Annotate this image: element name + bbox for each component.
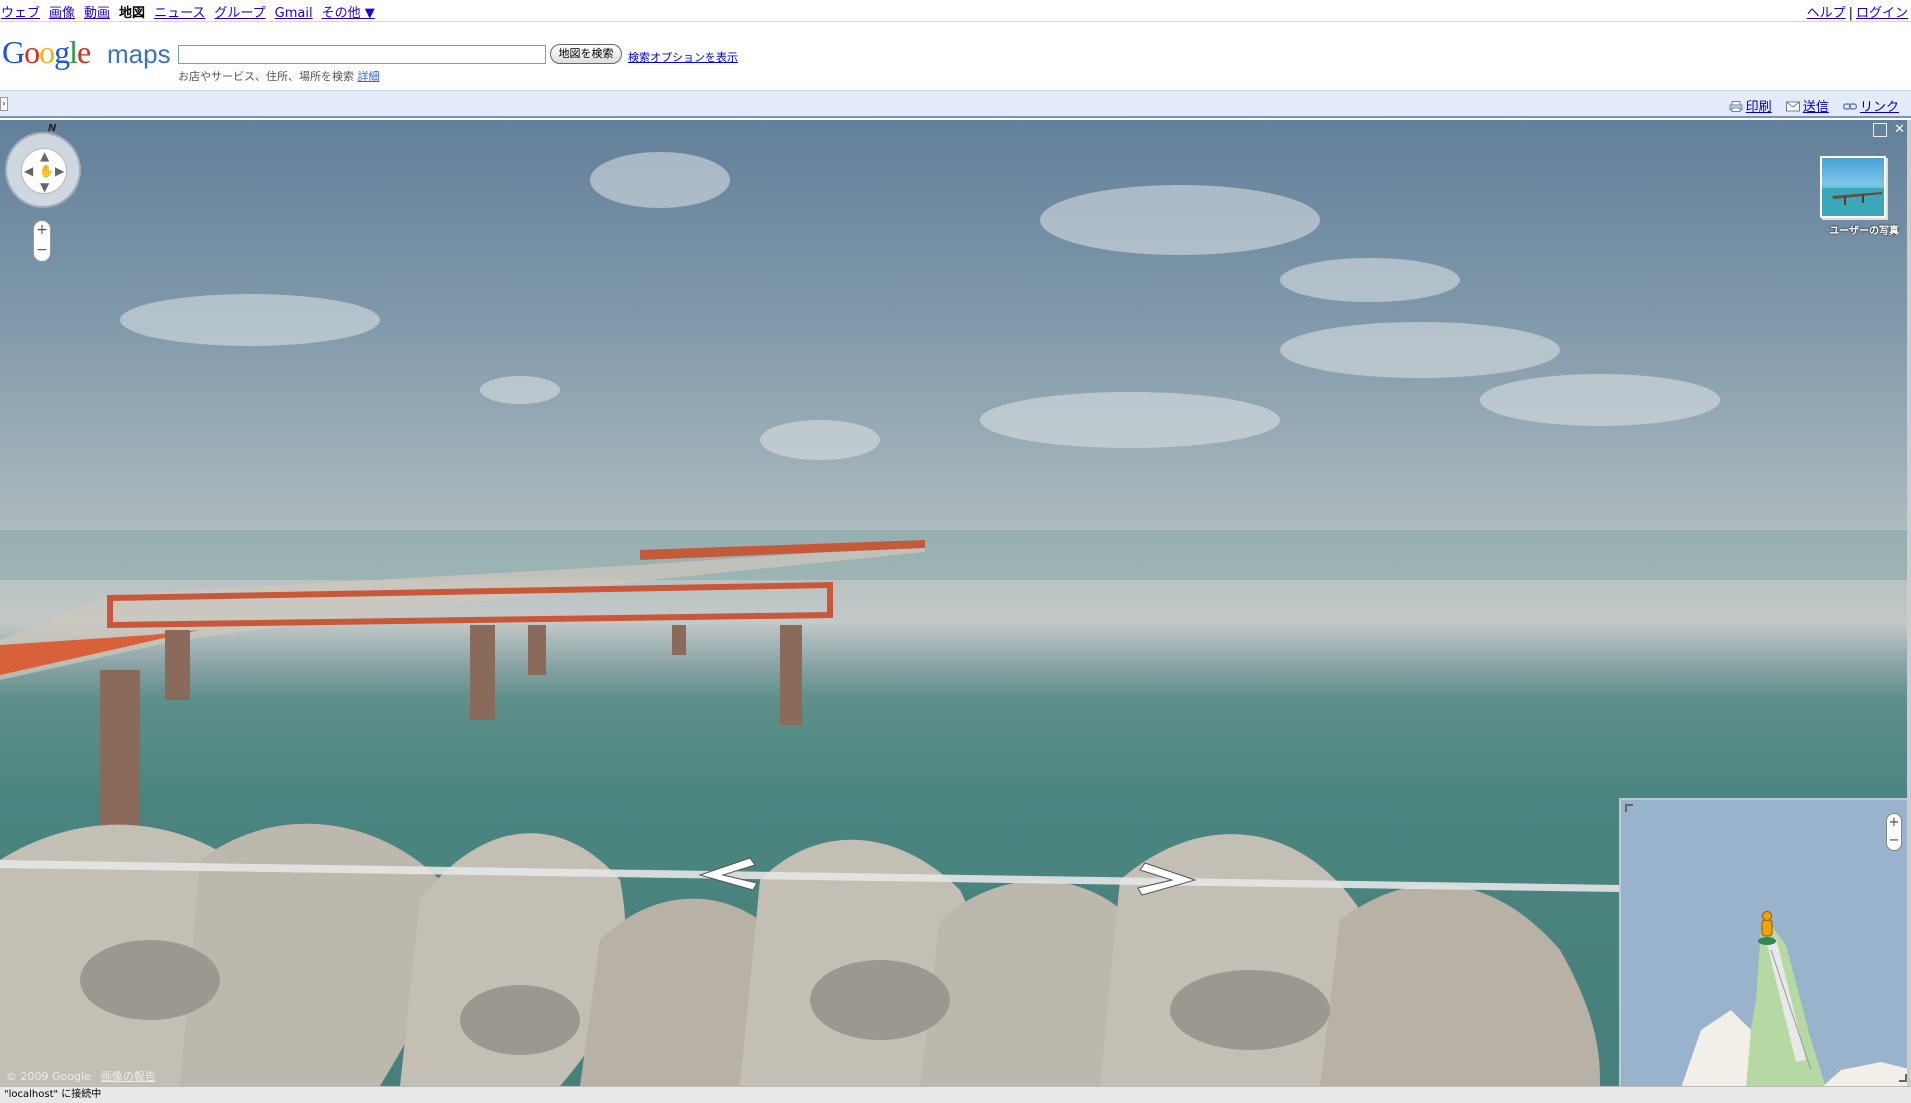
tetrapods [0, 823, 1600, 1086]
mini-map-zoom-out-button[interactable]: − [1887, 834, 1901, 847]
hand-icon: ✋ [39, 164, 54, 178]
pan-up-icon[interactable]: ▲ [40, 150, 49, 162]
mini-map[interactable]: + − [1619, 798, 1911, 1086]
copyright-text: © 2009 Google [6, 1070, 91, 1083]
close-pano-button[interactable]: ✕ [1894, 122, 1905, 137]
search-hint-text: お店やサービス、住所、場所を検索 [178, 70, 354, 83]
pier [0, 540, 925, 830]
zoom-in-button[interactable]: + [34, 223, 50, 237]
pan-down-icon[interactable]: ▼ [40, 181, 49, 193]
nav-more-menu[interactable]: その他 ▼ [322, 6, 375, 21]
search-options-link[interactable]: 検索オプションを表示 [628, 49, 738, 65]
mini-map-resize-handle[interactable] [1625, 804, 1633, 812]
nav-images-link[interactable]: 画像 [49, 6, 75, 21]
horizon-band [0, 530, 1911, 580]
maps-header: Google maps 地図を検索 検索オプションを表示 お店やサービス、住所、… [0, 22, 1911, 90]
service-nav: ウェブ 画像 動画 地図 ニュース グループ Gmail その他 ▼ [1, 2, 384, 21]
nav-news-link[interactable]: ニュース [154, 6, 205, 21]
login-link[interactable]: ログイン [1856, 6, 1908, 21]
pan-control-center[interactable]: ▲ ▼ ◀ ▶ ✋ [21, 148, 67, 194]
print-link[interactable]: 印刷 [1746, 100, 1772, 115]
pegman-icon[interactable] [1755, 910, 1779, 946]
navigate-left-arrow[interactable] [695, 855, 765, 895]
user-photo-label: ユーザーの写真 [1829, 226, 1899, 237]
account-links: ヘルプ | ログイン [1804, 2, 1911, 21]
map-toolbar: › 印刷 送信 リンク [0, 90, 1911, 118]
clouds [120, 152, 1720, 460]
nav-gmail-link[interactable]: Gmail [275, 6, 313, 21]
user-photo-thumbnail[interactable] [1820, 156, 1886, 218]
send-link[interactable]: 送信 [1803, 100, 1829, 115]
mini-map-zoom-control: + − [1886, 813, 1902, 851]
search-hint: お店やサービス、住所、場所を検索 詳細 [178, 68, 380, 84]
link-tool[interactable]: リンク [1842, 96, 1899, 115]
print-tool[interactable]: 印刷 [1729, 96, 1772, 115]
toolbar-actions: 印刷 送信 リンク [1719, 96, 1899, 115]
mini-map-zoom-in-button[interactable]: + [1887, 816, 1901, 829]
zoom-out-button[interactable]: − [34, 243, 50, 257]
pan-left-icon[interactable]: ◀ [24, 165, 33, 177]
nav-groups-link[interactable]: グループ [214, 6, 265, 21]
maps-logo-text: maps [107, 39, 171, 69]
envelope-icon [1785, 101, 1800, 112]
mini-map-toggle-handle[interactable] [1899, 1074, 1907, 1082]
north-indicator: N [48, 123, 57, 134]
separator: | [1848, 6, 1853, 21]
google-logo[interactable]: Google [2, 34, 91, 71]
photo-pier-image [1822, 188, 1884, 216]
link-icon [1842, 103, 1857, 110]
search-maps-button[interactable]: 地図を検索 [550, 44, 622, 64]
collapse-panel-button[interactable]: › [0, 97, 8, 111]
link-link[interactable]: リンク [1860, 100, 1899, 115]
expand-icon[interactable] [1873, 123, 1887, 137]
search-input[interactable] [178, 45, 546, 64]
page-scrollbar[interactable] [1907, 120, 1911, 1086]
search-hint-details-link[interactable]: 詳細 [358, 70, 380, 83]
send-tool[interactable]: 送信 [1785, 96, 1829, 115]
copyright: © 2009 Google 画像の報告 [6, 1068, 156, 1084]
status-text: "localhost" に接続中 [4, 1089, 102, 1100]
help-link[interactable]: ヘルプ [1807, 6, 1846, 21]
pan-compass-control[interactable]: N ▲ ▼ ◀ ▶ ✋ [5, 123, 81, 208]
google-top-bar: ウェブ 画像 動画 地図 ニュース グループ Gmail その他 ▼ ヘルプ | ログイン [0, 0, 1911, 22]
nav-maps-current: 地図 [119, 6, 146, 21]
navigate-right-arrow[interactable] [1130, 860, 1200, 900]
report-image-link[interactable]: 画像の報告 [101, 1070, 156, 1083]
pan-right-icon[interactable]: ▶ [55, 165, 64, 177]
printer-icon [1729, 101, 1743, 112]
nav-video-link[interactable]: 動画 [84, 6, 110, 21]
pano-zoom-control: + − [33, 220, 51, 262]
browser-status-bar: "localhost" に接続中 [0, 1086, 1911, 1103]
nav-web-link[interactable]: ウェブ [1, 6, 40, 21]
